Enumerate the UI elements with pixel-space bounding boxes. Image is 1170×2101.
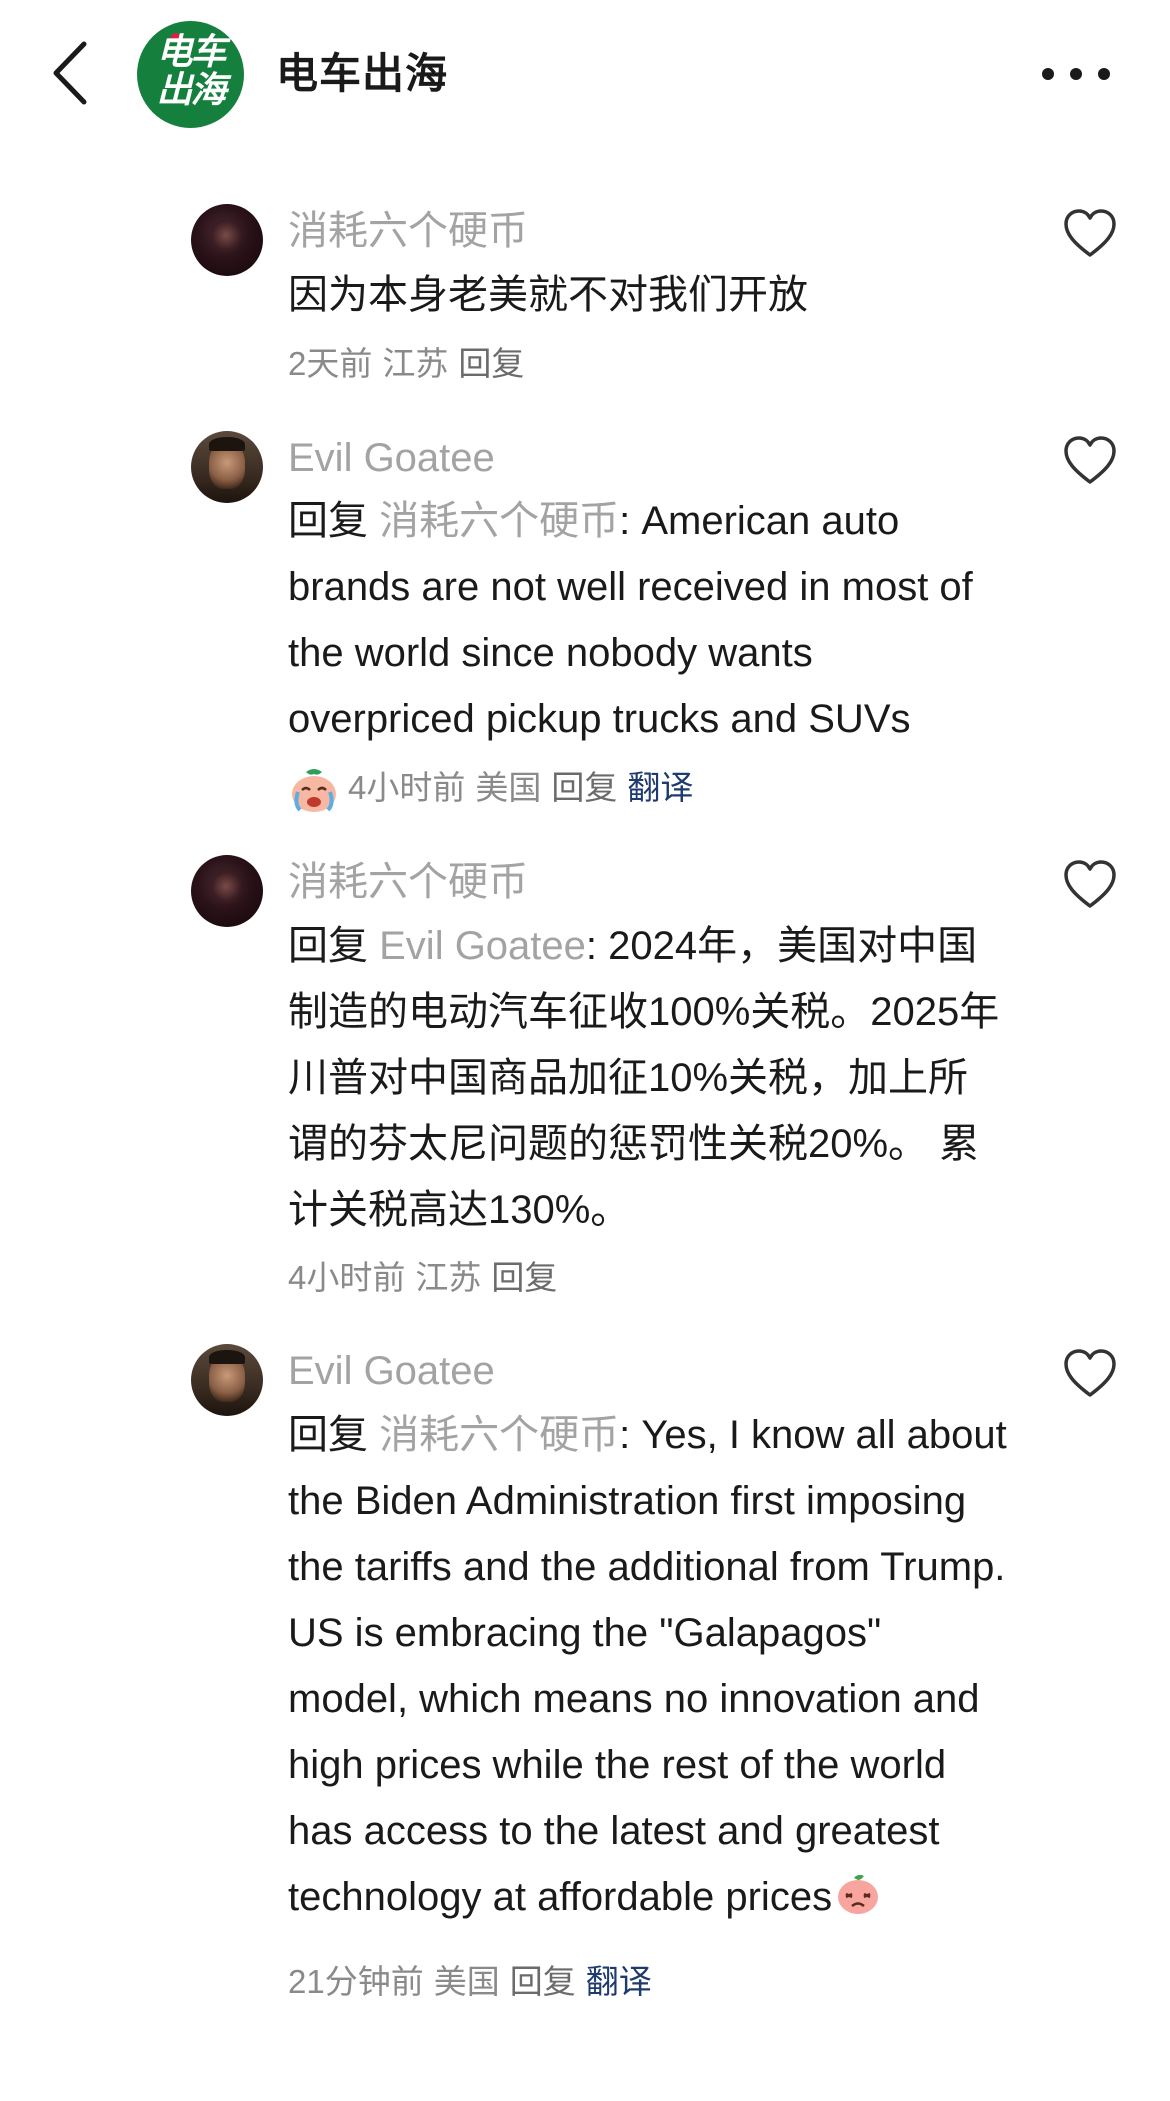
translate-button[interactable]: 翻译 [586,1963,652,2000]
comment-time: 2天前 [288,345,373,382]
logo-text-line2: 出海 [156,70,226,111]
comment-location: 江苏 [382,345,449,382]
avatar[interactable] [191,1344,263,1416]
avatar[interactable] [191,855,263,927]
top-bar: 电车 出海 电车出海 [0,0,1170,150]
avatar[interactable] [191,204,263,276]
translate-button[interactable]: 翻译 [627,769,693,806]
comment-time: 4小时前 [288,1259,406,1296]
comment-username[interactable]: 消耗六个硬币 [288,857,528,907]
comment-body: : Yes, I know all about the Biden Admini… [288,1413,1007,1919]
comment-text: 回复 Evil Goatee: 2024年，美国对中国制造的电动汽车征收100%… [288,913,1008,1243]
heart-outline-icon [1064,436,1116,484]
crying-face-emoji [292,769,336,812]
more-horizontal-icon [1042,68,1110,80]
comment-text: 回复 消耗六个硬币: Yes, I know all about the Bid… [288,1402,1008,1930]
comment-body: 因为本身老美就不对我们开放 [288,273,808,317]
comment-time: 21分钟前 [288,1963,424,2000]
comment-location: 美国 [475,768,542,806]
page-title[interactable]: 电车出海 [276,46,448,102]
heart-outline-icon [1064,1349,1116,1397]
heart-outline-icon [1064,860,1116,908]
comment-meta: 21分钟前 美国 回复 翻译 [288,1960,662,2004]
more-options-button[interactable] [1038,56,1114,92]
heart-outline-icon [1064,209,1116,257]
like-button[interactable] [1062,435,1118,487]
comment-username[interactable]: Evil Goatee [288,433,495,483]
like-button[interactable] [1062,859,1118,911]
back-button[interactable] [40,38,100,108]
reply-button[interactable]: 回复 [510,1963,576,2000]
comment-username[interactable]: Evil Goatee [288,1346,495,1396]
comment-text: 回复 消耗六个硬币: American auto brands are not … [288,488,1008,752]
reply-target-username[interactable]: 消耗六个硬币 [379,1413,619,1457]
reply-target-username[interactable]: 消耗六个硬币 [379,499,619,543]
reply-prefix: 回复 [288,1413,380,1457]
sad-peach-emoji [838,1874,879,1914]
reply-prefix: 回复 [288,924,380,968]
reply-button[interactable]: 回复 [458,345,524,382]
channel-logo[interactable]: 电车 出海 [137,21,244,128]
comment-time: 4小时前 [348,768,466,806]
like-button[interactable] [1062,208,1118,260]
comment-meta: 4小时前 江苏 回复 [288,1256,567,1300]
comment-meta: 4小时前 美国 回复 翻译 [288,764,703,816]
comment-username[interactable]: 消耗六个硬币 [288,206,528,256]
comment-location: 美国 [433,1963,500,2000]
reply-button[interactable]: 回复 [491,1259,557,1296]
reply-prefix: 回复 [288,499,380,543]
comment-meta: 2天前 江苏 回复 [288,342,534,386]
comment-text: 因为本身老美就不对我们开放 [288,262,1008,328]
reply-button[interactable]: 回复 [551,769,617,806]
comment-body: : 2024年，美国对中国制造的电动汽车征收100%关税。2025年川普对中国商… [288,924,1000,1232]
reply-target-username[interactable]: Evil Goatee [379,924,586,968]
chevron-left-icon [53,41,87,105]
logo-text-line1: 电车 [156,32,226,73]
like-button[interactable] [1062,1348,1118,1400]
comment-location: 江苏 [415,1259,482,1296]
avatar[interactable] [191,431,263,503]
